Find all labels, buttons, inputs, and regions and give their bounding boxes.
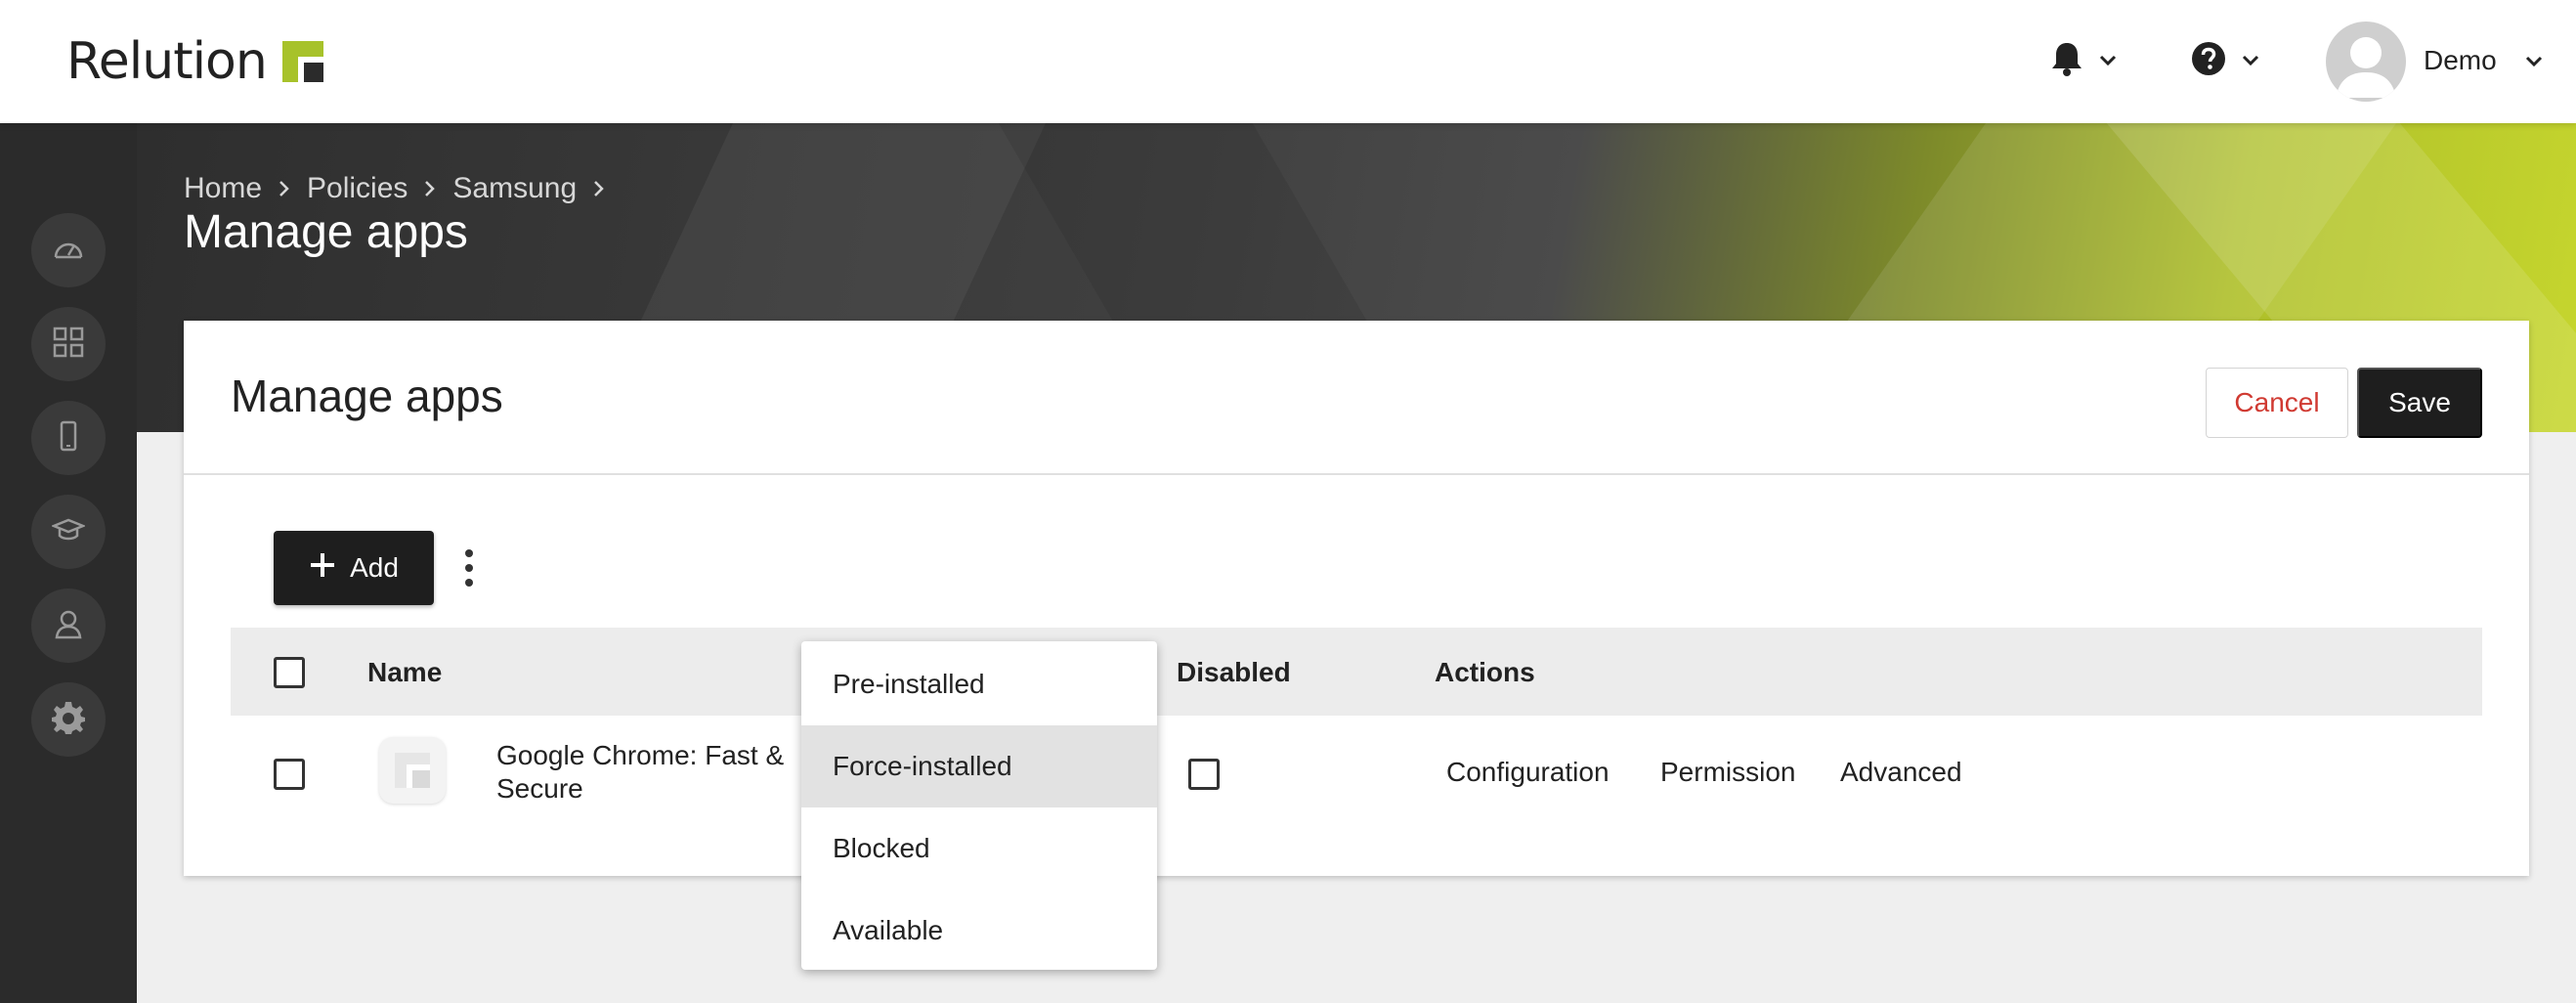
option-pre-installed[interactable]: Pre-installed: [801, 643, 1157, 725]
chevron-right-icon: [421, 176, 439, 201]
option-force-installed[interactable]: Force-installed: [801, 725, 1157, 807]
permission-link[interactable]: Permission: [1660, 757, 1795, 788]
chevron-right-icon: [276, 176, 293, 201]
user-name[interactable]: Demo: [2424, 45, 2497, 76]
option-blocked[interactable]: Blocked: [801, 807, 1157, 890]
option-available[interactable]: Available: [801, 890, 1157, 972]
save-button[interactable]: Save: [2357, 368, 2482, 438]
plus-icon: [309, 551, 336, 586]
manage-apps-card: Manage apps Cancel Save Add Name Disable…: [184, 321, 2529, 876]
app-name[interactable]: Google Chrome: Fast & Secure: [496, 739, 790, 806]
chevron-right-icon: [590, 176, 608, 201]
user-icon: [52, 607, 85, 645]
breadcrumb: Home Policies Samsung: [184, 172, 608, 205]
add-button-label: Add: [350, 552, 399, 583]
column-header-name[interactable]: Name: [367, 657, 442, 688]
sidebar-item-users[interactable]: [31, 589, 106, 663]
column-header-actions: Actions: [1435, 657, 1535, 687]
chevron-down-icon: [2095, 48, 2121, 73]
logo-text: Relution: [66, 32, 268, 91]
select-all-checkbox[interactable]: [274, 657, 305, 688]
add-button[interactable]: Add: [274, 531, 434, 605]
user-avatar[interactable]: [2326, 22, 2406, 102]
help-menu[interactable]: [2191, 35, 2263, 86]
card-title: Manage apps: [231, 371, 503, 421]
top-bar: Relution Demo: [0, 0, 2576, 123]
smartphone-icon: [52, 419, 85, 458]
grid-icon: [52, 326, 85, 364]
logo-mark-icon: [281, 41, 323, 82]
page-title: Manage apps: [184, 206, 468, 258]
notifications-menu[interactable]: [2050, 35, 2121, 86]
sidebar: [0, 123, 137, 1003]
disabled-checkbox[interactable]: [1188, 759, 1220, 790]
sidebar-item-education[interactable]: [31, 495, 106, 569]
graduation-cap-icon: [50, 513, 87, 551]
help-icon: [2191, 41, 2226, 81]
row-checkbox[interactable]: [274, 759, 305, 790]
chevron-down-icon: [2238, 48, 2263, 73]
bell-icon: [2050, 41, 2083, 81]
card-divider: [184, 473, 2529, 475]
table-header: Name Disabled Actions: [231, 628, 2482, 716]
breadcrumb-policies[interactable]: Policies: [307, 172, 408, 205]
gear-icon: [50, 699, 87, 741]
breadcrumb-samsung[interactable]: Samsung: [452, 172, 577, 205]
sidebar-item-apps[interactable]: [31, 307, 106, 381]
relution-logo[interactable]: Relution: [66, 29, 323, 94]
speedometer-icon: [52, 232, 85, 270]
breadcrumb-home[interactable]: Home: [184, 172, 262, 205]
sidebar-item-settings[interactable]: [31, 682, 106, 757]
install-type-dropdown: Pre-installed Force-installed Blocked Av…: [801, 641, 1157, 970]
app-icon: [379, 737, 446, 804]
column-header-disabled[interactable]: Disabled: [1177, 657, 1291, 688]
advanced-link[interactable]: Advanced: [1840, 757, 1962, 788]
chevron-down-icon[interactable]: [2521, 49, 2547, 74]
sidebar-item-devices[interactable]: [31, 401, 106, 475]
cancel-button[interactable]: Cancel: [2206, 368, 2348, 438]
sidebar-item-dashboard[interactable]: [31, 213, 106, 287]
more-options-icon[interactable]: [453, 545, 485, 590]
configuration-link[interactable]: Configuration: [1446, 757, 1610, 788]
